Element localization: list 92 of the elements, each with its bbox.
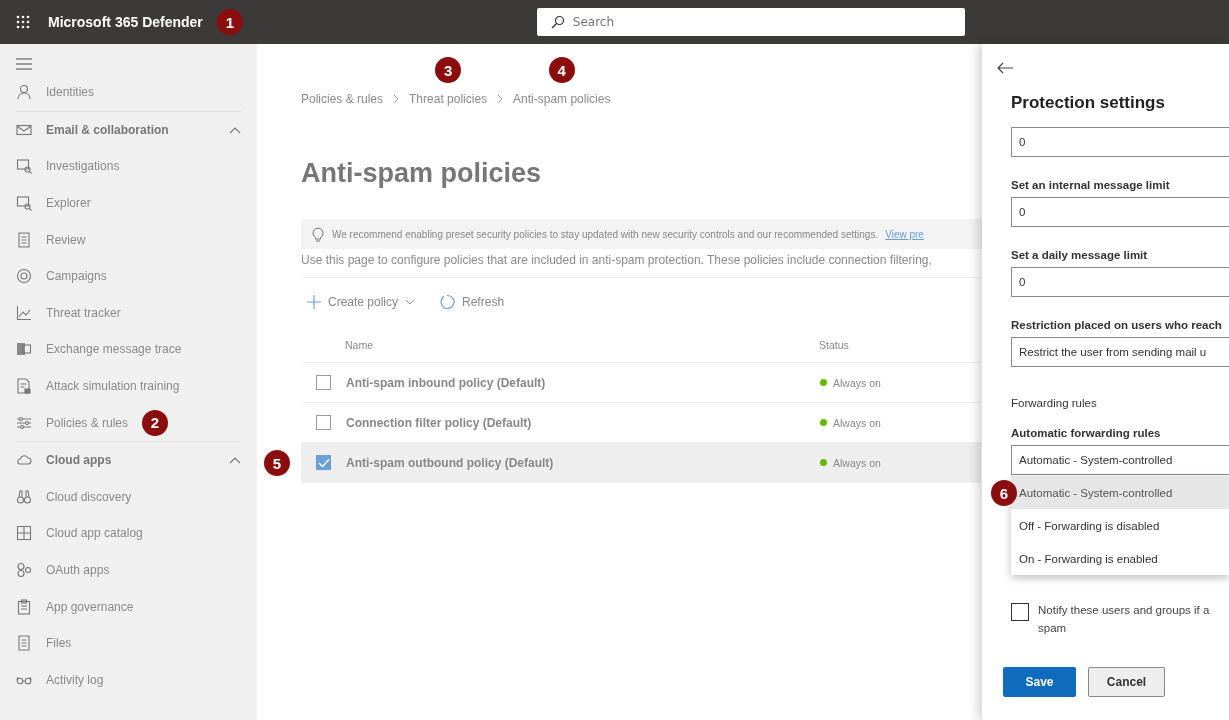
callout-badge: 4 <box>548 57 575 83</box>
column-header[interactable]: Name <box>345 339 819 351</box>
status-dot <box>820 419 827 426</box>
field-label: Set a daily message limit <box>1011 249 1149 261</box>
person-icon <box>16 84 32 101</box>
field-label: Restriction placed on users who reach <box>1011 319 1223 331</box>
nav-item[interactable]: Activity log <box>16 661 257 699</box>
input-field[interactable]: 0 <box>1011 197 1229 227</box>
chevron-right-icon <box>497 94 504 104</box>
checkbox-label: Notify these users and groups if a <box>1038 603 1210 618</box>
nav-item[interactable]: Exchange message trace <box>16 331 257 368</box>
dropdown-field[interactable]: Automatic - System-controlled <box>1011 445 1229 475</box>
nav-item[interactable]: OAuth apps <box>16 551 257 589</box>
field-label: Set an internal message limit <box>1011 179 1171 191</box>
status-dot <box>820 379 827 386</box>
table-cell-text: Connection filter policy (Default) <box>346 415 533 430</box>
page-title: Anti-spam policies <box>301 158 543 189</box>
caret-icon <box>405 299 416 305</box>
nav-item[interactable]: Explorer <box>16 184 257 222</box>
checkbox[interactable] <box>1011 603 1029 621</box>
table-cell: Always on <box>833 376 881 389</box>
table-row[interactable]: Anti-spam inbound policy (Default) Always on <box>301 363 981 403</box>
status-dot <box>820 459 827 466</box>
plus-icon <box>307 295 321 309</box>
nav-item[interactable]: Threat tracker <box>16 294 257 332</box>
callout-badge: 6 <box>991 480 1017 506</box>
nav-item[interactable]: Cloud discovery <box>16 478 257 516</box>
save-button[interactable]: Save <box>1003 667 1076 697</box>
nav-item[interactable]: Policies & rules 2 <box>16 404 257 441</box>
nav-item[interactable]: Review <box>16 221 257 258</box>
nav-item[interactable]: Cloud app catalog <box>16 515 257 552</box>
search-icon <box>550 15 565 29</box>
clipboard-icon <box>16 598 32 615</box>
app-launcher-icon[interactable] <box>16 15 30 29</box>
lightbulb-icon <box>311 226 325 242</box>
row-checkbox[interactable] <box>316 455 331 470</box>
callout-badge: 1 <box>216 9 243 35</box>
nav-item[interactable]: Identities <box>16 74 257 111</box>
nav-item[interactable]: Investigations <box>16 148 257 185</box>
investigate-icon <box>16 158 32 175</box>
chart-icon <box>16 304 32 321</box>
dropdown-option[interactable]: Automatic - System-controlled <box>1011 476 1229 509</box>
explorer-icon <box>16 195 32 212</box>
chevron-right-icon <box>393 94 400 104</box>
breadcrumb-link[interactable]: Threat policies <box>409 92 488 106</box>
section-heading: Forwarding rules <box>1011 397 1098 409</box>
input-field[interactable]: 0 <box>1011 267 1229 297</box>
refresh-button[interactable]: Refresh <box>433 290 511 314</box>
column-header[interactable]: Status <box>819 339 849 351</box>
refresh-icon <box>439 294 456 310</box>
cancel-button[interactable]: Cancel <box>1088 667 1165 697</box>
exchange-icon <box>16 341 32 358</box>
callout-badge: 2 <box>142 409 169 436</box>
banner-link[interactable]: View pre <box>885 228 924 240</box>
doc-icon <box>16 635 32 652</box>
input-field[interactable]: Restrict the user from sending mail u <box>1011 337 1229 367</box>
sliders-icon <box>16 414 32 431</box>
nav-item[interactable]: Attack simulation training <box>16 367 257 405</box>
nav-item[interactable]: Campaigns <box>16 257 257 295</box>
breadcrumb-link[interactable]: Anti-spam policies <box>513 92 611 106</box>
callout-badge: 5 <box>264 450 290 476</box>
target-icon <box>16 268 32 285</box>
binoculars-icon <box>16 488 32 505</box>
back-arrow-icon[interactable] <box>997 62 1013 74</box>
input-field[interactable]: 0 <box>1011 127 1229 157</box>
circles-icon <box>16 562 32 578</box>
sim-icon <box>16 378 32 395</box>
search-field[interactable]: Search <box>536 8 965 36</box>
table-cell: Always on <box>833 416 881 429</box>
nav-section[interactable]: Email & collaboration <box>16 111 257 149</box>
app-title: Microsoft 365 Defender <box>48 14 203 30</box>
panel-title: Protection settings <box>1011 93 1166 113</box>
grid-icon <box>16 525 32 542</box>
checkbox-label: spam <box>1038 621 1068 636</box>
table-cell-text: Anti-spam outbound policy (Default) <box>346 455 555 470</box>
nav-item[interactable]: App governance <box>16 588 257 625</box>
nav-item[interactable]: Files <box>16 624 257 662</box>
create-policy-button[interactable]: Create policy <box>301 290 422 314</box>
field-label: Automatic forwarding rules <box>1011 427 1162 439</box>
nav-section[interactable]: Cloud apps <box>16 441 257 479</box>
row-checkbox[interactable] <box>316 375 331 390</box>
breadcrumb-link[interactable]: Policies & rules <box>301 92 384 106</box>
banner-text: We recommend enabling preset security policies to stay updated with new security controls and our recommended settings. <box>332 228 879 240</box>
table-cell: Always on <box>833 456 881 469</box>
callout-badge: 3 <box>435 57 462 83</box>
table-cell-text: Anti-spam inbound policy (Default) <box>346 375 547 390</box>
row-checkbox[interactable] <box>316 415 331 430</box>
dropdown-option[interactable]: Off - Forwarding is disabled <box>1011 509 1229 542</box>
table-row[interactable]: Anti-spam outbound policy (Default) Always on <box>301 443 981 483</box>
menu-icon[interactable] <box>16 58 32 70</box>
dropdown-option[interactable]: On - Forwarding is enabled <box>1011 542 1229 575</box>
doc-icon <box>16 231 32 248</box>
